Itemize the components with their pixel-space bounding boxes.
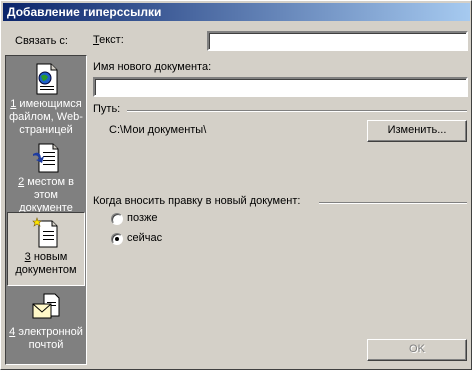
document-place-icon	[33, 143, 59, 173]
path-group-divider	[127, 110, 467, 112]
email-envelope-icon	[32, 293, 60, 319]
radio-later-label[interactable]: позже	[127, 212, 157, 224]
radio-now-selected-dot	[115, 237, 119, 241]
dialog-title: Добавление гиперссылки	[3, 3, 470, 21]
hyperlink-dialog: Добавление гиперссылки Связать с: 1 имею…	[0, 0, 472, 370]
sidebar-item-email[interactable]: 4 электронной почтой	[7, 288, 85, 364]
text-label: Текст:	[93, 34, 124, 46]
web-page-icon	[36, 63, 58, 95]
ok-button[interactable]: OK	[367, 339, 467, 361]
sidebar-item-place-in-document[interactable]: 2 местом в этом документе	[7, 138, 85, 214]
sidebar-item-new-document[interactable]: 3 новым документом	[7, 212, 85, 286]
link-to-heading: Связать с:	[15, 35, 68, 47]
radio-now[interactable]	[111, 233, 123, 245]
new-document-icon	[32, 217, 58, 248]
radio-now-label[interactable]: сейчас	[127, 232, 162, 244]
change-button[interactable]: Изменить...	[367, 120, 467, 142]
path-label: Путь:	[93, 103, 121, 115]
when-edit-group-divider	[319, 202, 467, 204]
new-document-name-label: Имя нового документа:	[93, 61, 212, 73]
text-input[interactable]	[207, 31, 468, 51]
sidebar-item-existing-file[interactable]: 1 имеющимся файлом, Web-страницей	[7, 58, 85, 136]
new-document-name-input[interactable]	[93, 77, 468, 97]
path-value: C:\Мои документы\	[109, 124, 207, 136]
when-edit-label: Когда вносить правку в новый документ:	[93, 195, 301, 207]
radio-later[interactable]	[111, 213, 123, 225]
link-to-sidebar: 1 имеющимся файлом, Web-страницей 2 мест…	[5, 55, 87, 365]
